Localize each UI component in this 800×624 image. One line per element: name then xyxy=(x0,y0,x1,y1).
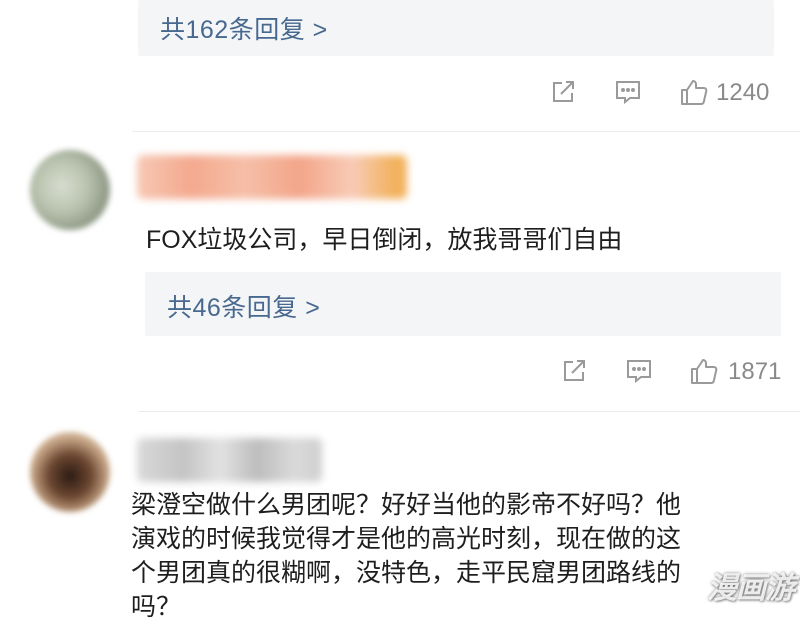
avatar[interactable] xyxy=(30,432,110,512)
comment-text-line: 演戏的时候我觉得才是他的高光时刻，现在做的这 xyxy=(131,525,682,553)
share-icon[interactable] xyxy=(549,78,577,106)
username[interactable] xyxy=(137,155,407,199)
comment-text-line: 个男团真的很糊啊，没特色，走平民窟男团路线的 xyxy=(131,559,682,587)
comment-icon[interactable] xyxy=(614,78,642,106)
comment-icon[interactable] xyxy=(625,357,653,385)
watermark-logo: 漫画游 xyxy=(707,572,795,605)
username[interactable] xyxy=(137,438,322,482)
thumbs-up-icon[interactable] xyxy=(679,77,709,107)
reply-summary-box[interactable]: 共46条回复 > xyxy=(145,272,781,336)
avatar[interactable] xyxy=(30,150,110,230)
thumbs-up-icon[interactable] xyxy=(689,356,719,386)
divider xyxy=(132,131,800,132)
reply-count-link[interactable]: 共46条回复 > xyxy=(167,288,320,324)
comment-text-line: 吗？ xyxy=(131,593,182,621)
share-icon[interactable] xyxy=(560,357,588,385)
comment-text: FOX垃圾公司，早日倒闭，放我哥哥们自由 xyxy=(146,226,623,254)
like-count: 1240 xyxy=(716,79,770,106)
reply-count-link[interactable]: 共162条回复 > xyxy=(160,10,328,46)
divider xyxy=(138,411,800,412)
comment-text-line: 梁澄空做什么男团呢？好好当他的影帝不好吗？他 xyxy=(131,491,682,519)
reply-summary-box[interactable]: 共162条回复 > xyxy=(138,0,774,56)
like-count: 1871 xyxy=(728,358,782,385)
